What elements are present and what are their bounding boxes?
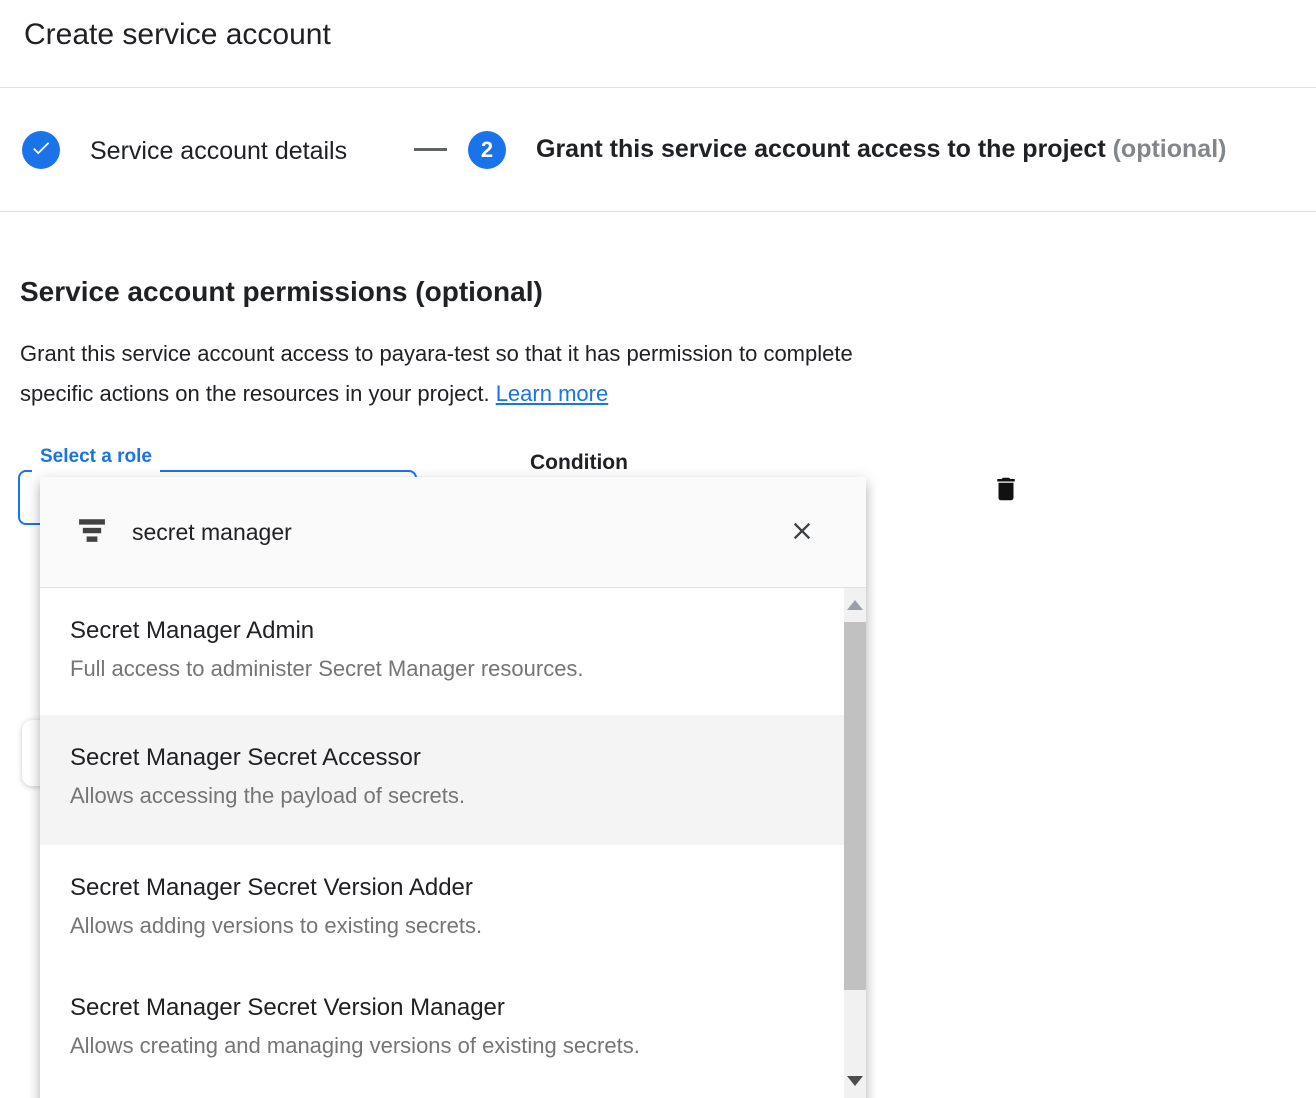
delete-role-button[interactable] xyxy=(986,470,1026,510)
role-option-description: Allows accessing the payload of secrets. xyxy=(70,781,806,811)
clear-search-button[interactable] xyxy=(784,514,820,550)
scrollbar-thumb[interactable] xyxy=(844,622,866,990)
condition-label: Condition xyxy=(530,451,628,475)
step-1-label: Service account details xyxy=(90,137,347,166)
description-line-2: specific actions on the resources in you… xyxy=(20,381,496,406)
role-options-list: Secret Manager Admin Full access to admi… xyxy=(40,588,866,1098)
close-icon xyxy=(788,517,816,548)
role-option-title: Secret Manager Secret Version Adder xyxy=(70,872,806,904)
role-select-floating-label: Select a role xyxy=(32,446,160,477)
check-icon xyxy=(30,137,52,164)
create-service-account-page: Create service account Service account d… xyxy=(0,0,1316,1098)
role-option[interactable]: Secret Manager Secret Version Manager Al… xyxy=(40,965,866,1098)
role-option-description: Allows creating and managing versions of… xyxy=(70,1031,806,1061)
page-title: Create service account xyxy=(24,18,331,52)
role-option[interactable]: Secret Manager Admin Full access to admi… xyxy=(40,588,866,715)
stepper-connector xyxy=(414,148,447,151)
role-option-title: Secret Manager Admin xyxy=(70,615,806,647)
filter-icon xyxy=(78,516,106,549)
permissions-heading: Service account permissions (optional) xyxy=(20,276,543,308)
scroll-up-icon[interactable] xyxy=(847,600,863,610)
role-option[interactable]: Secret Manager Secret Accessor Allows ac… xyxy=(40,715,866,845)
description-line-1: Grant this service account access to pay… xyxy=(20,341,853,366)
role-search-row xyxy=(40,477,866,588)
permissions-description: Grant this service account access to pay… xyxy=(20,334,853,414)
role-dropdown: Secret Manager Admin Full access to admi… xyxy=(40,477,866,1098)
step-2-indicator[interactable]: 2 xyxy=(468,131,506,169)
step-2-optional-suffix: (optional) xyxy=(1113,135,1227,163)
step-2-label: Grant this service account access to the… xyxy=(536,135,1226,164)
scroll-down-icon[interactable] xyxy=(847,1076,863,1086)
step-1-indicator[interactable] xyxy=(22,131,60,169)
role-option-title: Secret Manager Secret Accessor xyxy=(70,742,806,774)
role-option-title: Secret Manager Secret Version Manager xyxy=(70,992,806,1024)
role-option-description: Allows adding versions to existing secre… xyxy=(70,911,806,941)
role-search-input[interactable] xyxy=(132,519,692,546)
step-2-number: 2 xyxy=(481,137,493,163)
role-option-description: Full access to administer Secret Manager… xyxy=(70,654,806,684)
stepper-divider xyxy=(0,211,1316,212)
header-divider xyxy=(0,87,1316,88)
role-option[interactable]: Secret Manager Secret Version Adder Allo… xyxy=(40,845,866,965)
dropdown-scrollbar[interactable] xyxy=(844,588,866,1098)
trash-icon xyxy=(991,474,1021,507)
learn-more-link[interactable]: Learn more xyxy=(496,381,609,406)
